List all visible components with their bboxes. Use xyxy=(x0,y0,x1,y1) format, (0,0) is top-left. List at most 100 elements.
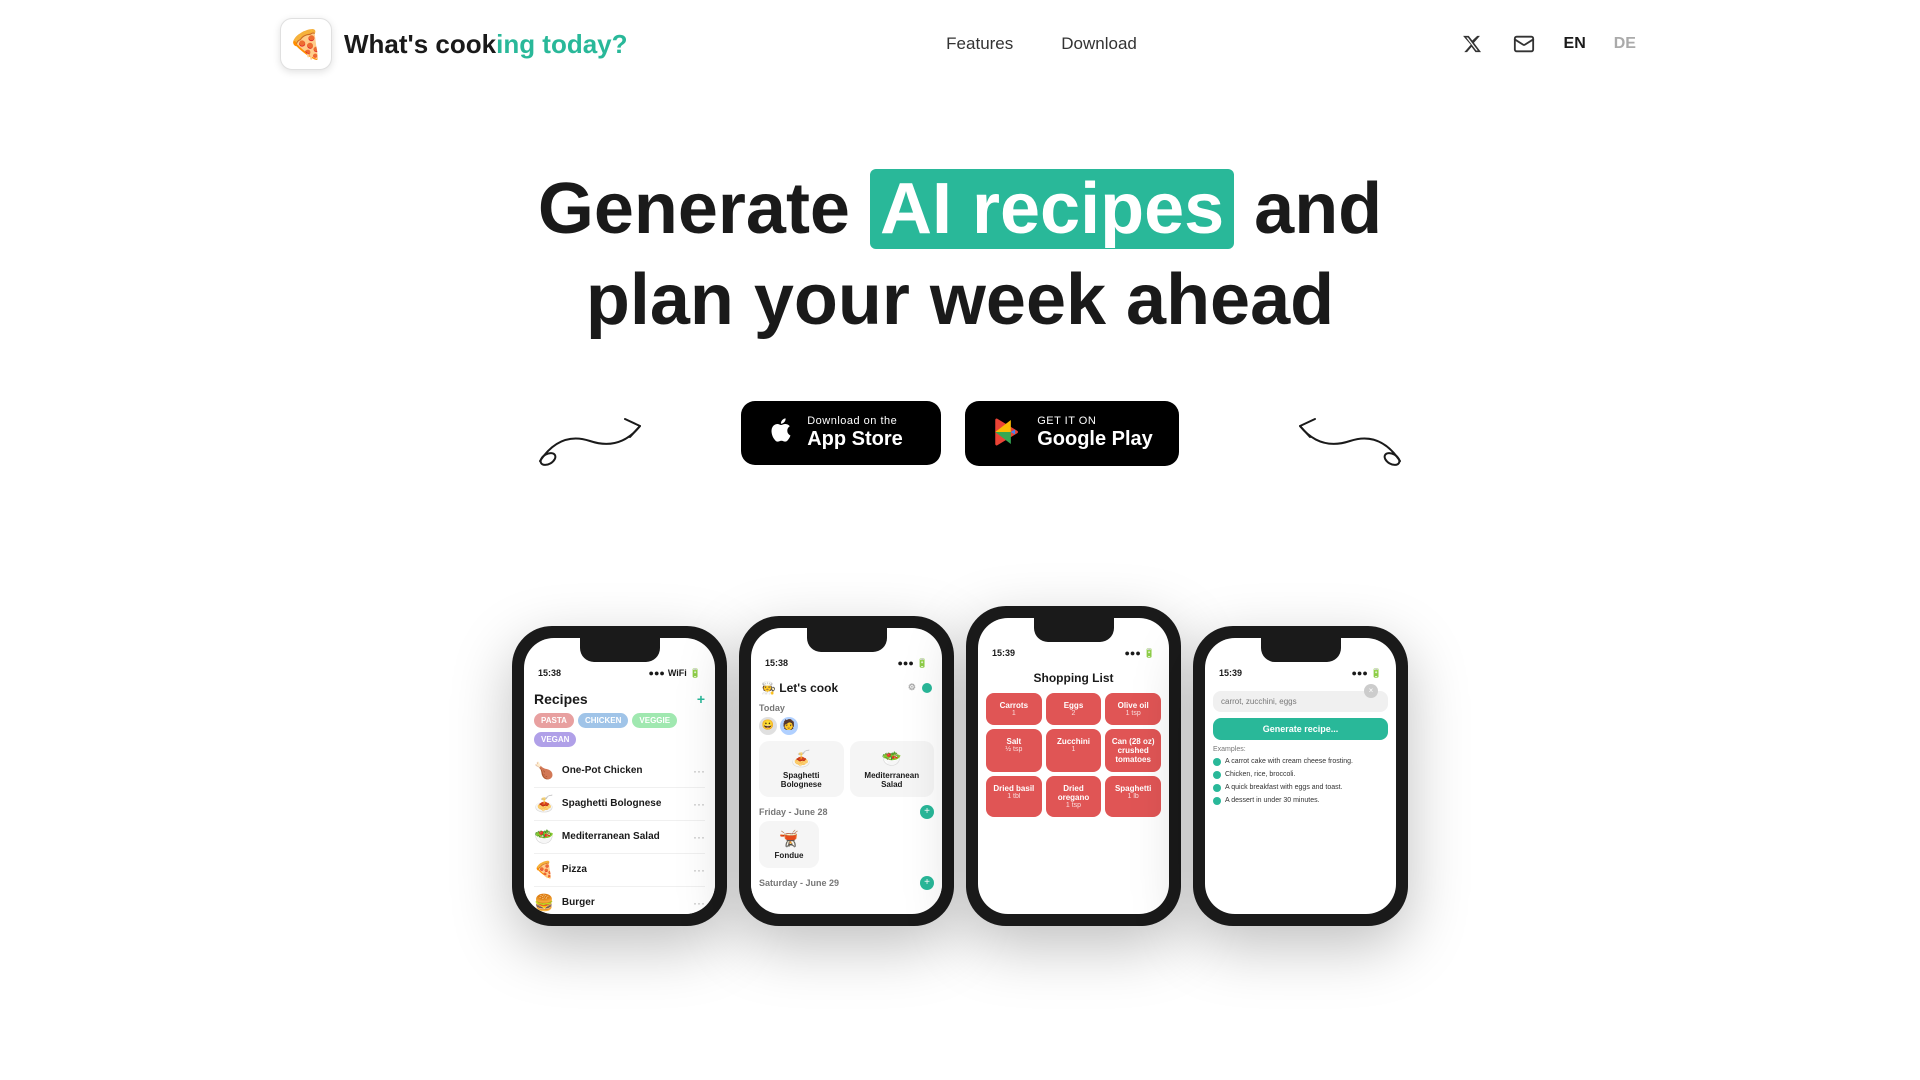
pill-chicken[interactable]: CHICKEN xyxy=(578,713,628,728)
recipe-row[interactable]: 🥗 Mediterranean Salad ··· xyxy=(534,821,705,854)
avatar1: 😀 xyxy=(759,717,777,735)
phone2-today: Today xyxy=(759,703,934,713)
arrow-right-decoration xyxy=(1290,411,1410,471)
shopping-tomatoes[interactable]: Can (28 oz) crushed tomatoes xyxy=(1105,729,1161,772)
recipe-row[interactable]: 🍕 Pizza ··· xyxy=(534,854,705,887)
phone1-time: 15:38 xyxy=(538,668,561,678)
ai-example-text: Chicken, rice, broccoli. xyxy=(1225,770,1295,779)
phone2-status: 15:38 ●●●🔋 xyxy=(751,652,942,673)
recipe-name: One-Pot Chicken xyxy=(562,765,685,776)
logo-text: What's cooking today? xyxy=(344,29,628,60)
ai-dot xyxy=(1213,784,1221,792)
hero-headline-line1: Generate AI recipes and xyxy=(0,168,1920,251)
phone1-add-btn[interactable]: + xyxy=(697,691,705,707)
appstore-big-label: App Store xyxy=(807,427,903,451)
hero-headline-line2: plan your week ahead xyxy=(0,259,1920,341)
recipe-name: Spaghetti Bolognese xyxy=(562,798,685,809)
shopping-salt[interactable]: Salt ½ tsp xyxy=(986,729,1042,772)
salad-emoji: 🥗 xyxy=(858,749,927,769)
phone2-today-meals: 😀 🧑 xyxy=(759,717,934,735)
appstore-small-label: Download on the xyxy=(807,415,897,427)
logo-highlight: ing today? xyxy=(496,29,627,59)
phone2-status-dot xyxy=(922,683,932,693)
twitter-x-icon[interactable] xyxy=(1456,28,1488,60)
phone1-status-icons: ●●● WiFi 🔋 xyxy=(649,668,701,679)
ai-example: A quick breakfast with eggs and toast. xyxy=(1213,783,1388,792)
appstore-button[interactable]: Download on the App Store xyxy=(741,401,941,465)
meal-card-fondue[interactable]: 🫕 Fondue xyxy=(759,821,819,868)
nav-download[interactable]: Download xyxy=(1061,34,1137,54)
phone1-title: Recipes xyxy=(534,691,588,707)
ai-dot xyxy=(1213,758,1221,766)
shopping-basil[interactable]: Dried basil 1 tbl xyxy=(986,776,1042,817)
cta-section: Download on the App Store GET IT ON Goog… xyxy=(0,401,1920,466)
phone3-status: 15:39 ●●●🔋 xyxy=(978,642,1169,663)
ai-example: A carrot cake with cream cheese frosting… xyxy=(1213,757,1388,766)
phone4-status-icons: ●●●🔋 xyxy=(1351,668,1382,679)
recipe-row[interactable]: 🍝 Spaghetti Bolognese ··· xyxy=(534,788,705,821)
meal-card-salad[interactable]: 🥗 Mediterranean Salad xyxy=(850,741,935,797)
shopping-spaghetti[interactable]: Spaghetti 1 lb xyxy=(1105,776,1161,817)
googleplay-big-label: Google Play xyxy=(1037,427,1153,451)
pill-veggie[interactable]: VEGGIE xyxy=(632,713,677,728)
nav-features[interactable]: Features xyxy=(946,34,1013,54)
phone4-time: 15:39 xyxy=(1219,668,1242,678)
logo[interactable]: 🍕 What's cooking today? xyxy=(280,18,628,70)
phone2-saturday-add[interactable]: + xyxy=(920,876,934,890)
fondue-name: Fondue xyxy=(767,851,811,860)
pill-vegan[interactable]: VEGAN xyxy=(534,732,576,747)
recipe-row[interactable]: 🍗 One-Pot Chicken ··· xyxy=(534,755,705,788)
phone2-saturday-header: Saturday - June 29 + xyxy=(759,874,934,892)
phone-ai-recipe: 15:39 ●●●🔋 × carrot, zucchini, eggs Gene… xyxy=(1193,626,1408,926)
googleplay-button[interactable]: GET IT ON Google Play xyxy=(965,401,1179,466)
ai-recipes-highlight: AI recipes xyxy=(870,169,1234,249)
shopping-oliveoil[interactable]: Olive oil 1 tsp xyxy=(1105,693,1161,725)
phone2-friday-add[interactable]: + xyxy=(920,805,934,819)
hero-section: Generate AI recipes and plan your week a… xyxy=(0,88,1920,526)
fondue-emoji: 🫕 xyxy=(767,829,811,849)
phone2-title: 🧑‍🍳 Let's cook xyxy=(761,681,838,695)
ai-recipe-input[interactable]: carrot, zucchini, eggs xyxy=(1213,691,1388,712)
phone1-status: 15:38 ●●● WiFi 🔋 xyxy=(524,662,715,683)
recipe-more[interactable]: ··· xyxy=(693,863,705,877)
googleplay-small-label: GET IT ON xyxy=(1037,415,1096,427)
phone1-notch xyxy=(580,638,660,662)
appstore-text: Download on the App Store xyxy=(807,415,903,451)
avatar2: 🧑 xyxy=(780,717,798,735)
phone-recipes: 15:38 ●●● WiFi 🔋 Recipes + PASTA CHICKEN xyxy=(512,626,727,926)
recipe-name: Mediterranean Salad xyxy=(562,831,685,842)
apple-icon xyxy=(767,416,795,451)
phone2-friday-header: Friday - June 28 + xyxy=(759,803,934,821)
shopping-zucchini[interactable]: Zucchini 1 xyxy=(1046,729,1102,772)
recipe-emoji: 🍕 xyxy=(534,860,554,880)
recipe-name: Pizza xyxy=(562,864,685,875)
pill-pasta[interactable]: PASTA xyxy=(534,713,574,728)
recipe-more[interactable]: ··· xyxy=(693,797,705,811)
shopping-grid: Carrots 1 Eggs 2 Olive oil 1 tsp Salt xyxy=(986,693,1161,817)
recipe-emoji: 🍝 xyxy=(534,794,554,814)
ai-generate-button[interactable]: Generate recipe... xyxy=(1213,718,1388,740)
shopping-oregano[interactable]: Dried oregano 1 tsp xyxy=(1046,776,1102,817)
recipe-more[interactable]: ··· xyxy=(693,764,705,778)
phone2-friday-meals: 🫕 Fondue xyxy=(759,821,934,868)
phone2-header: 🧑‍🍳 Let's cook ⚙ xyxy=(759,673,934,699)
phone-mealplan: 15:38 ●●●🔋 🧑‍🍳 Let's cook ⚙ Today xyxy=(739,616,954,926)
recipe-more[interactable]: ··· xyxy=(693,896,705,910)
phone4-close-btn[interactable]: × xyxy=(1364,684,1378,698)
nav-links: Features Download xyxy=(946,34,1137,54)
recipe-more[interactable]: ··· xyxy=(693,830,705,844)
phone4-status: 15:39 ●●●🔋 xyxy=(1205,662,1396,683)
lang-de[interactable]: DE xyxy=(1610,33,1640,55)
phone1-header: Recipes + xyxy=(534,683,705,713)
meal-card-bolognese[interactable]: 🍝 Spaghetti Bolognese xyxy=(759,741,844,797)
phones-section: 15:38 ●●● WiFi 🔋 Recipes + PASTA CHICKEN xyxy=(0,606,1920,926)
recipe-row[interactable]: 🍔 Burger ··· xyxy=(534,887,705,914)
lang-en[interactable]: EN xyxy=(1560,33,1590,55)
recipe-emoji: 🥗 xyxy=(534,827,554,847)
shopping-eggs[interactable]: Eggs 2 xyxy=(1046,693,1102,725)
ai-example-text: A dessert in under 30 minutes. xyxy=(1225,796,1320,805)
phone2-meal-avatars: 😀 🧑 xyxy=(759,717,798,735)
shopping-carrots[interactable]: Carrots 1 xyxy=(986,693,1042,725)
ai-example: Chicken, rice, broccoli. xyxy=(1213,770,1388,779)
mail-icon[interactable] xyxy=(1508,28,1540,60)
